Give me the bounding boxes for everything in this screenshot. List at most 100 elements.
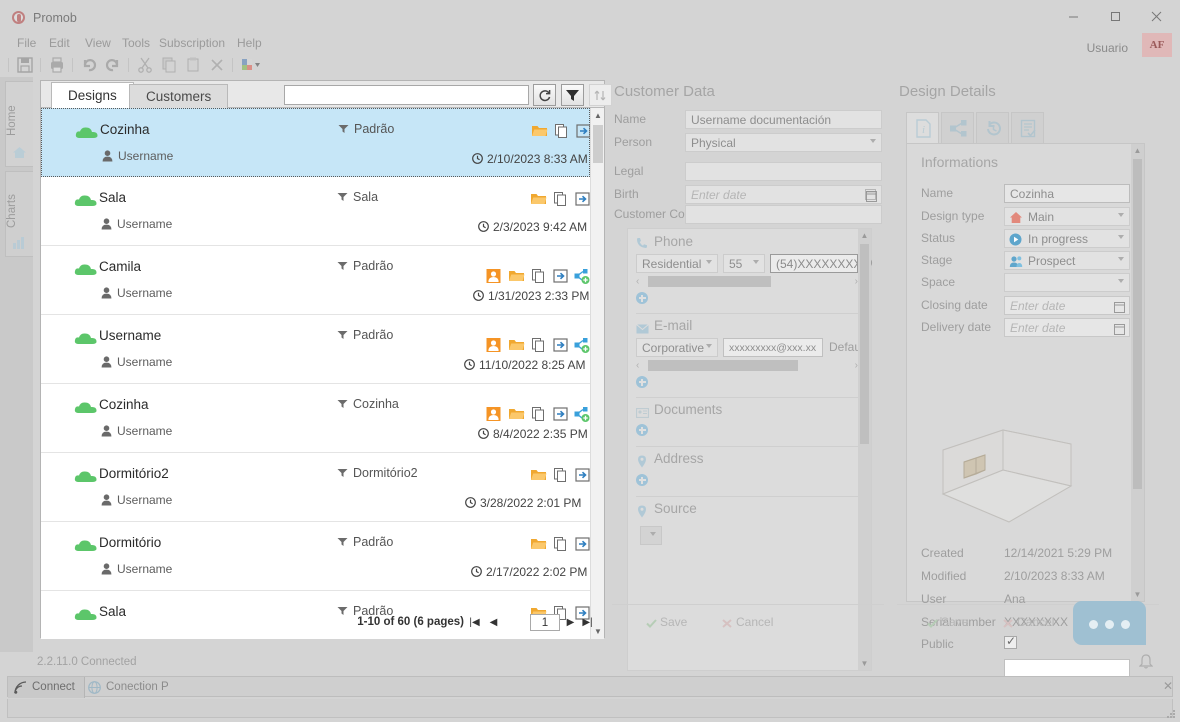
menu-item-subscription[interactable]: Subscription [159,34,225,53]
open-folder-icon[interactable] [508,337,525,353]
table-row[interactable]: Cozinha Username Padrão 2/10/2023 8:33 A… [41,108,604,177]
scroll-up-icon[interactable]: ▲ [1131,144,1144,157]
customer-icon[interactable] [485,406,502,422]
bell-icon[interactable] [1138,654,1154,670]
copy-icon[interactable] [160,56,178,74]
next-page-button[interactable]: ▶ [562,614,579,631]
copy-icon[interactable] [552,191,569,207]
resize-grip[interactable] [1167,710,1176,719]
scroll-up-icon[interactable]: ▲ [858,229,871,242]
table-row[interactable]: Dormitório2 Username Dormitório2 3/28/20… [41,453,604,522]
delivery-date-field[interactable]: Enter date [1004,318,1130,337]
export-icon[interactable] [574,536,591,552]
tab-checklist[interactable] [1011,112,1044,144]
copy-icon[interactable] [552,536,569,552]
menu-item-view[interactable]: View [85,34,111,53]
add-email-button[interactable] [636,376,648,388]
tab-history[interactable] [976,112,1009,144]
search-input[interactable] [285,86,528,104]
table-row[interactable]: Username Username Padrão 11/10/2022 8:25… [41,315,592,384]
connect-tab[interactable]: Connect [8,677,85,698]
copy-icon[interactable] [553,123,570,139]
scrollbar-thumb[interactable] [593,125,603,163]
share-cloud-icon[interactable] [574,406,591,422]
search-box[interactable] [284,85,529,105]
tab-share[interactable] [941,112,974,144]
tab-customers[interactable]: Customers [129,84,229,108]
sort-button[interactable] [589,84,612,106]
first-page-button[interactable]: |◀ [466,614,483,631]
colors-icon[interactable] [240,56,260,74]
email-hscroll[interactable]: ‹ › [636,359,858,372]
open-folder-icon[interactable] [530,467,547,483]
menu-item-help[interactable]: Help [237,34,262,53]
list-scrollbar[interactable]: ▲ ▼ [590,108,604,639]
scrollbar-thumb[interactable] [1133,159,1142,489]
chat-bubble-button[interactable] [1073,601,1146,645]
export-icon[interactable] [574,191,591,207]
design-type-select[interactable]: Main [1004,207,1130,226]
calendar-icon[interactable] [1114,322,1125,336]
save-icon[interactable] [16,56,34,74]
add-document-button[interactable] [636,424,648,436]
add-address-button[interactable] [636,474,648,486]
last-page-button[interactable]: ▶| [579,614,596,631]
paste-icon[interactable] [184,56,202,74]
refresh-button[interactable] [533,84,556,106]
table-row[interactable]: Camila Username Padrão 1/31/2023 2:33 PM [41,246,592,315]
phone-hscroll[interactable]: ‹ › [636,275,858,288]
open-folder-icon[interactable] [508,406,525,422]
email-field[interactable]: xxxxxxxxx@xxx.xx [723,338,823,357]
add-phone-button[interactable] [636,292,648,304]
designs-list[interactable]: Cozinha Username Padrão 2/10/2023 8:33 A… [41,108,604,639]
table-row[interactable]: Dormitório Username Padrão 2/17/2022 2:0… [41,522,604,591]
export-icon[interactable] [552,406,569,422]
customer-cancel-button[interactable]: Cancel [736,615,773,629]
phone-country-code-select[interactable]: 55 [723,254,765,273]
table-row[interactable]: Sala Padrão [41,591,604,639]
customer-save-button[interactable]: Save [660,615,687,629]
design-body-scrollbar[interactable]: ▲ ▼ [1131,144,1144,601]
connection-item[interactable]: Conection P [86,677,177,698]
export-icon[interactable] [552,268,569,284]
sidebar-item-charts[interactable]: Charts [5,171,33,257]
close-button[interactable] [1136,7,1176,29]
cut-icon[interactable] [136,56,154,74]
filter-button[interactable] [561,84,584,106]
share-cloud-icon[interactable] [574,268,591,284]
scrollbar-thumb[interactable] [860,244,869,444]
person-select[interactable]: Physical [685,133,882,152]
redo-icon[interactable] [104,56,122,74]
space-select[interactable] [1004,273,1130,292]
copy-icon[interactable] [552,467,569,483]
print-icon[interactable] [48,56,66,74]
customer-icon[interactable] [485,268,502,284]
page-number-input[interactable]: 1 [530,614,560,631]
tab-designs[interactable]: Designs [51,82,134,108]
minimize-button[interactable] [1053,7,1093,29]
scroll-left-icon[interactable]: ‹ [636,359,639,372]
source-select[interactable] [640,526,662,545]
design-name-field[interactable]: Cozinha [1004,184,1130,203]
scroll-up-icon[interactable]: ▲ [591,108,605,123]
menu-item-file[interactable]: File [17,34,36,53]
open-folder-icon[interactable] [530,536,547,552]
delete-icon[interactable] [208,56,226,74]
open-folder-icon[interactable] [531,123,548,139]
stage-select[interactable]: Prospect [1004,251,1130,270]
menu-item-tools[interactable]: Tools [122,34,150,53]
name-field[interactable]: Username documentación [685,110,882,129]
birth-date-field[interactable]: Enter date [685,185,882,204]
sidebar-item-home[interactable]: Home [5,81,33,167]
copy-icon[interactable] [530,337,547,353]
table-row[interactable]: Sala Username Sala 2/3/2023 9:42 AM [41,177,604,246]
maximize-button[interactable] [1095,7,1135,29]
phone-type-select[interactable]: Residential [636,254,718,273]
email-type-select[interactable]: Corporative [636,338,718,357]
status-select[interactable]: In progress [1004,229,1130,248]
copy-icon[interactable] [530,268,547,284]
calendar-icon[interactable] [865,188,876,200]
open-folder-icon[interactable] [530,191,547,207]
customer-code-field[interactable] [685,205,882,224]
scroll-left-icon[interactable]: ‹ [636,275,639,288]
